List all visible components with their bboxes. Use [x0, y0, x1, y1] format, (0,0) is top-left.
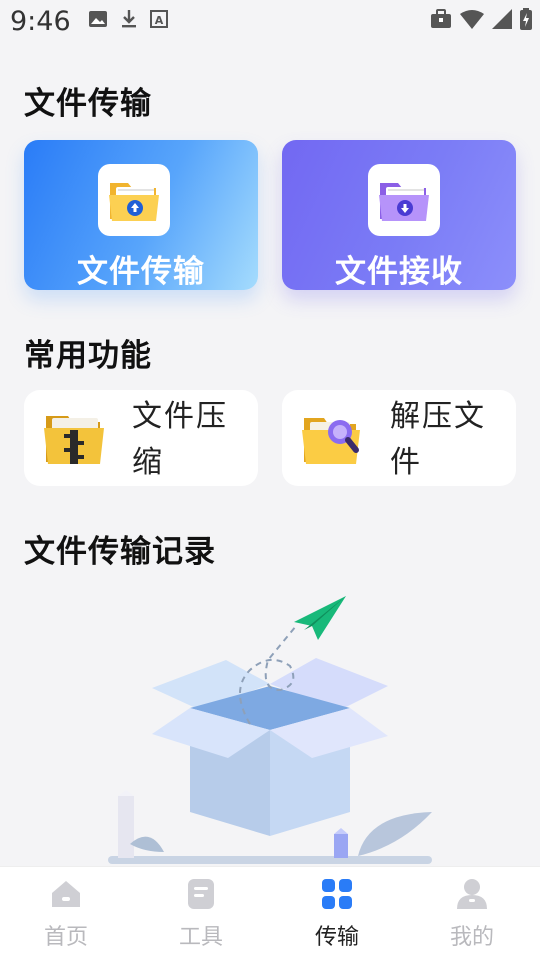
nav-item-profile[interactable]: 我的 — [432, 877, 512, 951]
nav-label-tools: 工具 — [178, 925, 223, 950]
zip-folder-icon — [44, 416, 104, 464]
home-icon — [52, 881, 80, 907]
section-title-history: 文件传输记录 — [24, 534, 216, 570]
file-extract-button[interactable]: 解压文件 — [282, 390, 516, 486]
nav-item-tools[interactable]: 工具 — [161, 877, 241, 951]
empty-box-illustration — [108, 596, 432, 864]
folder-download-icon — [379, 183, 429, 221]
download-icon — [122, 10, 136, 28]
nav-label-profile: 我的 — [449, 925, 494, 950]
file-receive-label: 文件接收 — [335, 254, 463, 290]
nav-label-home: 首页 — [43, 925, 88, 950]
svg-text:A: A — [155, 14, 164, 27]
wifi-icon — [460, 10, 484, 29]
battery-icon — [520, 8, 532, 30]
nav-label-transfer: 传输 — [314, 925, 359, 950]
status-bar: 9:46 A — [0, 0, 540, 44]
bottom-nav: 首页 工具 传输 我的 — [0, 866, 540, 960]
nav-item-home[interactable]: 首页 — [26, 877, 106, 951]
file-send-card[interactable]: 文件传输 — [24, 140, 258, 290]
folder-upload-icon — [109, 183, 159, 221]
image-icon — [89, 11, 107, 27]
file-compress-button[interactable]: 文件压缩 — [24, 390, 258, 486]
file-compress-label: 文件压缩 — [132, 399, 228, 480]
section-title-functions: 常用功能 — [24, 338, 152, 374]
tools-icon — [188, 879, 214, 909]
signal-icon — [492, 9, 512, 29]
section-title-transfer: 文件传输 — [24, 86, 152, 122]
status-time: 9:46 — [10, 6, 71, 37]
file-receive-card[interactable]: 文件接收 — [282, 140, 516, 290]
briefcase-icon — [431, 9, 451, 28]
profile-icon — [457, 879, 487, 909]
file-extract-label: 解压文件 — [390, 399, 486, 480]
file-send-label: 文件传输 — [77, 254, 205, 290]
a-icon: A — [150, 10, 168, 28]
grid-icon — [322, 879, 352, 909]
folder-search-icon — [302, 418, 360, 464]
nav-item-transfer[interactable]: 传输 — [297, 877, 377, 951]
